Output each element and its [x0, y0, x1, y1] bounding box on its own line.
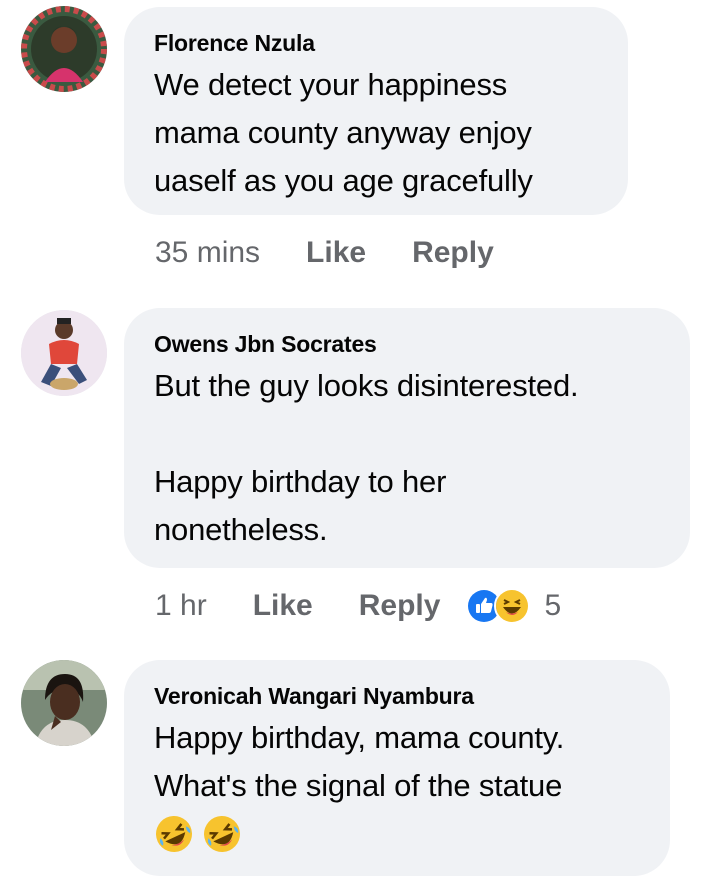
reply-button[interactable]: Reply — [412, 236, 494, 270]
avatar[interactable] — [21, 310, 107, 396]
comment-actions: 1 hr Like Reply 5 — [155, 588, 561, 624]
rolling-laughing-emoji-icon — [154, 814, 194, 854]
haha-reaction-icon — [494, 588, 531, 624]
comment-bubble: Veronicah Wangari Nyambura Happy birthda… — [124, 660, 670, 876]
comment-author[interactable]: Owens Jbn Socrates — [154, 330, 660, 358]
like-button[interactable]: Like — [253, 589, 313, 623]
comment-bubble: Florence Nzula We detect your happiness … — [124, 7, 628, 215]
comment-bubble: Owens Jbn Socrates But the guy looks dis… — [124, 308, 690, 568]
comment-emojis — [154, 810, 640, 858]
comment-author[interactable]: Florence Nzula — [154, 29, 598, 57]
reaction-count: 5 — [544, 589, 562, 622]
avatar[interactable] — [21, 660, 107, 746]
reaction-summary[interactable]: 5 — [466, 588, 561, 624]
comment-time[interactable]: 35 mins — [155, 236, 260, 270]
comment-actions: 35 mins Like Reply — [155, 236, 540, 270]
comment-author[interactable]: Veronicah Wangari Nyambura — [154, 682, 640, 710]
comment-text: But the guy looks disinterested. Happy b… — [154, 368, 579, 547]
reply-button[interactable]: Reply — [359, 589, 441, 623]
comment-text: We detect your happiness mama county any… — [154, 67, 533, 198]
avatar[interactable] — [21, 6, 107, 92]
rolling-laughing-emoji-icon — [202, 814, 242, 854]
comment-time[interactable]: 1 hr — [155, 589, 207, 623]
like-button[interactable]: Like — [306, 236, 366, 270]
comment-text: Happy birthday, mama county. What's the … — [154, 714, 640, 858]
